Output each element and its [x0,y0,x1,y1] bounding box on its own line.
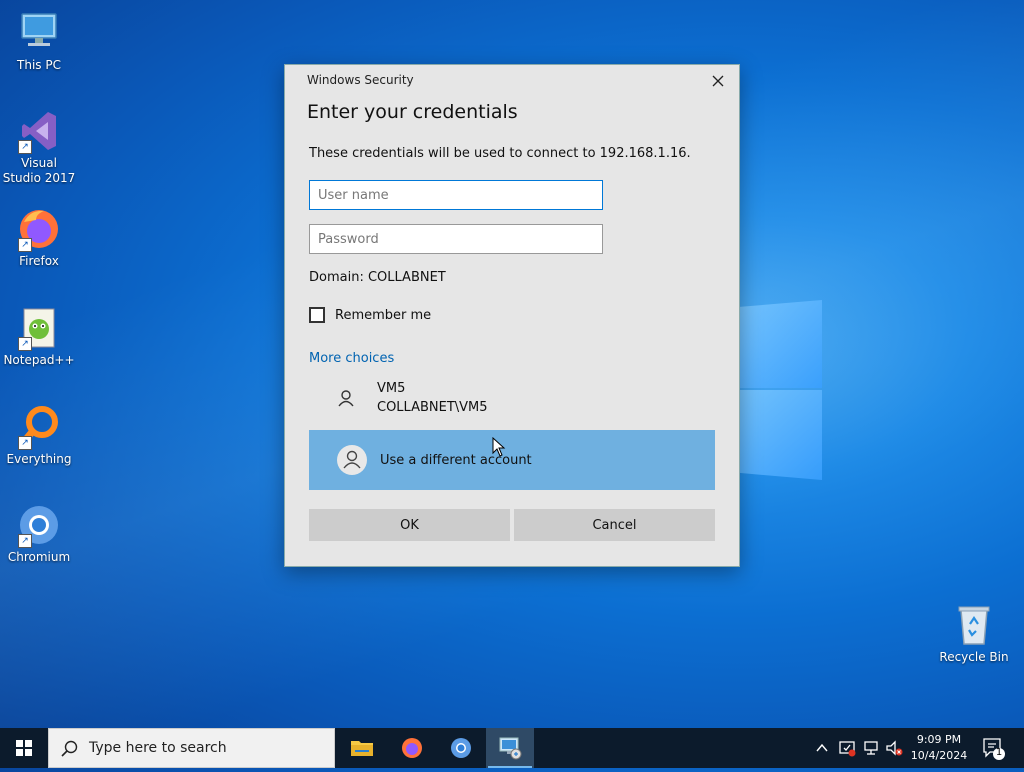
desktop-icon-chromium[interactable]: ↗ Chromium [1,502,77,565]
close-icon [712,75,724,87]
start-button[interactable] [0,728,48,768]
taskbar-file-explorer[interactable] [338,728,386,768]
wallpaper-logo [738,290,822,480]
remember-me-checkbox[interactable] [309,307,325,323]
desktop-icon-everything[interactable]: ↗ Everything [1,404,77,467]
remote-desktop-icon [499,737,522,760]
cancel-button[interactable]: Cancel [514,509,715,541]
taskbar-search-box[interactable]: Type here to search [48,728,335,768]
shortcut-arrow-icon: ↗ [18,436,32,450]
network-icon[interactable] [862,739,880,757]
shortcut-arrow-icon: ↗ [18,238,32,252]
dialog-description: These credentials will be used to connec… [309,146,691,161]
user-icon [343,450,361,469]
account-option-different[interactable]: Use a different account [309,430,715,490]
notification-icon [983,738,1005,760]
account-name: VM5 [377,381,406,396]
desktop-icon-label: Notepad++ [3,353,75,367]
firefox-icon: ↗ [16,206,62,252]
this-pc-icon [16,10,62,56]
remember-me-row[interactable]: Remember me [309,304,431,326]
shortcut-arrow-icon: ↗ [18,534,32,548]
taskbar-clock[interactable]: 9:09 PM 10/4/2024 [902,732,976,764]
mouse-cursor-icon [492,437,506,457]
desktop-icon-label: Recycle Bin [939,650,1009,664]
password-field[interactable] [309,224,603,254]
folder-icon [351,741,373,756]
desktop-icon-label: Firefox [19,254,59,268]
dialog-window-title: Windows Security [307,73,414,87]
shortcut-arrow-icon: ↗ [18,140,32,154]
chevron-up-icon[interactable] [815,741,829,755]
domain-label: Domain: COLLABNET [309,270,446,285]
chromium-icon: ↗ [16,502,62,548]
desktop-icon-this-pc[interactable]: This PC [1,10,77,73]
desktop-icon-label: This PC [17,58,61,72]
search-icon [61,740,78,757]
volume-muted-icon[interactable] [885,739,903,757]
shortcut-arrow-icon: ↗ [18,337,32,351]
desktop-icon-notepadpp[interactable]: ↗ Notepad++ [1,305,77,368]
desktop-icon-label: Everything [6,452,72,466]
desktop-icon-visual-studio[interactable]: ↗ Visual Studio 2017 [1,108,77,186]
everything-icon: ↗ [16,404,62,450]
desktop-icon-label: Chromium [7,550,71,564]
user-icon [338,390,354,407]
desktop-icon-firefox[interactable]: ↗ Firefox [1,206,77,269]
recycle-bin-icon [951,602,997,648]
action-center-button[interactable]: 1 [978,734,1008,762]
clock-time: 9:09 PM [916,733,962,746]
taskbar-firefox[interactable] [388,728,436,768]
taskbar-chromium[interactable] [437,728,485,768]
desktop-icon-label: Visual Studio 2017 [2,156,76,185]
account-name: Use a different account [380,453,532,468]
windows-logo-icon [16,740,32,756]
account-domain-user: COLLABNET\VM5 [377,400,488,415]
more-choices-link[interactable]: More choices [309,351,394,366]
ok-button[interactable]: OK [309,509,510,541]
search-placeholder: Type here to search [89,740,227,756]
visual-studio-icon: ↗ [16,108,62,154]
notepadpp-icon: ↗ [16,305,62,351]
remember-me-label: Remember me [335,307,432,323]
taskbar: Type here to search 9:09 PM 10/4/2024 1 [0,728,1024,768]
taskbar-remote-desktop[interactable] [486,728,534,768]
username-field[interactable] [309,180,603,210]
security-alert-icon[interactable] [838,739,856,757]
avatar [337,445,367,475]
firefox-icon [402,738,422,758]
chromium-icon [451,738,471,758]
notification-count: 1 [995,747,1003,758]
close-button[interactable] [707,71,729,91]
account-option-vm5[interactable]: VM5 COLLABNET\VM5 [309,375,715,421]
dialog-heading: Enter your credentials [307,101,518,123]
credentials-dialog: Windows Security Enter your credentials … [284,64,740,567]
clock-date: 10/4/2024 [910,749,968,762]
desktop-icon-recycle-bin[interactable]: Recycle Bin [936,602,1012,665]
